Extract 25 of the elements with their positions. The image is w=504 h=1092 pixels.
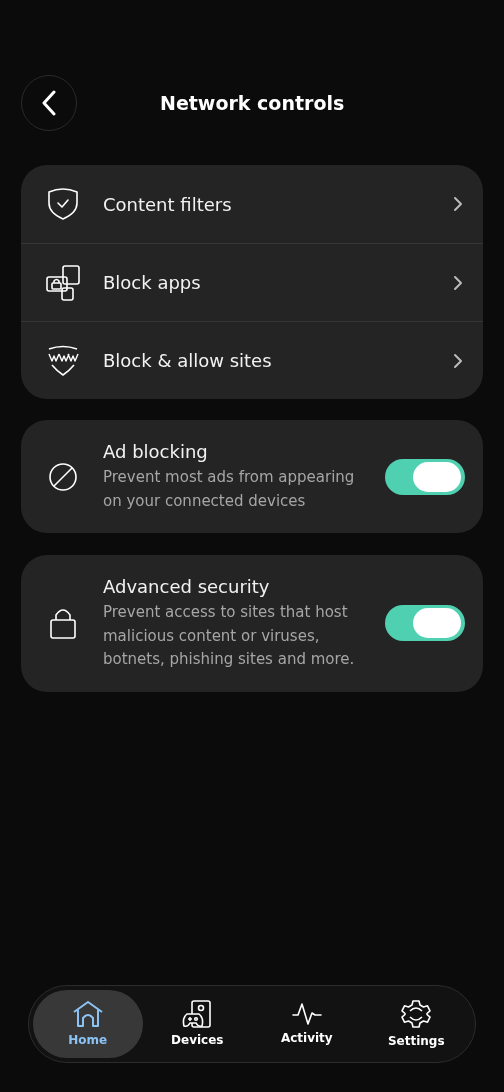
setting-title: Ad blocking [103,440,209,464]
shield-check-icon [45,187,81,221]
menu-item[interactable]: Content filters [103,190,463,218]
setting-title: Advanced security [103,575,271,599]
menu-item[interactable]: Block apps [103,269,463,296]
nav-tab[interactable]: Home [33,990,143,1058]
www-shield-icon [45,343,81,378]
toggle-switch[interactable] [385,458,465,495]
chevron-icon [453,196,463,212]
app-lock-icon [45,264,81,301]
nav-tab[interactable]: Activity [252,990,362,1058]
page-title: Network controls [160,90,345,116]
setting-description: Prevent most ads from appearing on your connected devices [103,467,356,512]
home-icon [71,999,104,1028]
chevron-icon [453,352,463,369]
nav-tab[interactable]: Settings [361,990,471,1058]
pulse-icon [291,1001,322,1026]
nav-tab[interactable]: Devices [142,990,252,1058]
gamepad-speaker-icon [182,999,213,1028]
back-icon [41,90,57,116]
settings-icon [401,998,432,1029]
menu-item[interactable]: Block & allow sites [103,347,463,374]
chevron-icon [453,274,463,291]
setting-description: Prevent access to sites that host malicious content or viruses, botnets, phishing sites and more. [103,602,356,670]
toggle-switch[interactable] [385,605,465,642]
